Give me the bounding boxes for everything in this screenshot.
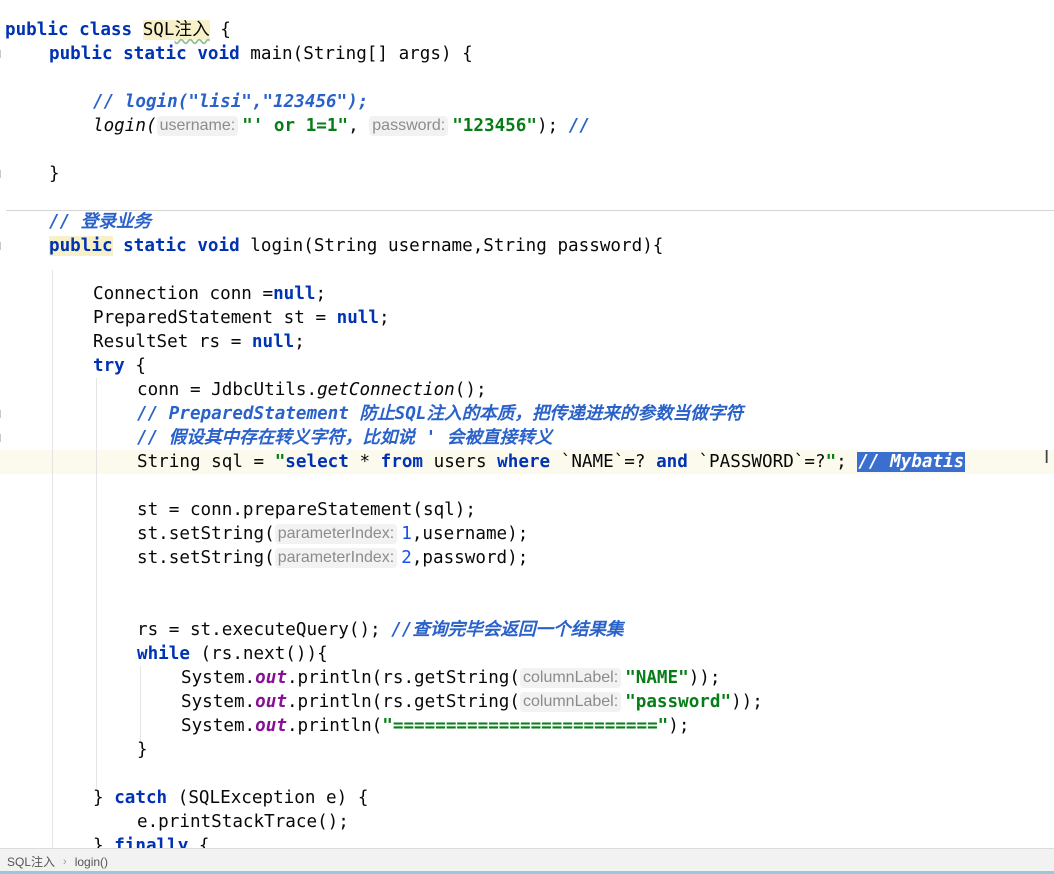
code-line[interactable]: rs = st.executeQuery(); //查询完毕会返回一个结果集 bbox=[137, 618, 624, 642]
code-line-login-call[interactable]: login(username: "' or 1=1", password: "123… bbox=[93, 114, 590, 138]
indent-guide bbox=[140, 666, 141, 744]
class-name: SQL注入 bbox=[142, 20, 210, 40]
code-line-comment[interactable]: // login("lisi","123456"); bbox=[93, 90, 368, 114]
code-line-closing-brace[interactable]: } bbox=[137, 738, 148, 762]
code-line-closing-brace[interactable]: } bbox=[49, 162, 60, 186]
fold-marker[interactable] bbox=[0, 50, 6, 58]
code-line[interactable]: e.printStackTrace(); bbox=[137, 810, 349, 834]
code-editor[interactable]: public class SQL注入 { public static void … bbox=[0, 0, 1054, 848]
code-line-while[interactable]: while (rs.next()){ bbox=[137, 642, 328, 666]
fold-marker[interactable] bbox=[0, 242, 6, 250]
indent-guide bbox=[96, 378, 97, 788]
chevron-right-icon: › bbox=[63, 855, 67, 868]
parameter-hint: username: bbox=[156, 116, 239, 136]
breadcrumb: SQL注入 › login() bbox=[0, 848, 1054, 874]
code-line[interactable]: System.out.println(rs.getString(columnLa… bbox=[181, 666, 721, 690]
code-line-comment[interactable]: // 登录业务 bbox=[49, 210, 151, 234]
code-line-login-signature[interactable]: public static void login(String username… bbox=[49, 234, 663, 258]
code-line[interactable]: st.setString(parameterIndex: 1,username); bbox=[137, 522, 528, 546]
code-line[interactable]: st.setString(parameterIndex: 2,password); bbox=[137, 546, 528, 570]
code-line[interactable]: st = conn.prepareStatement(sql); bbox=[137, 498, 476, 522]
code-line-comment[interactable]: // 假设其中存在转义字符，比如说 ' 会被直接转义 bbox=[137, 426, 552, 450]
code-line-finally[interactable]: } finally { bbox=[93, 834, 210, 848]
fold-marker[interactable] bbox=[0, 434, 6, 442]
parameter-hint: columnLabel: bbox=[519, 692, 622, 712]
parameter-hint: parameterIndex: bbox=[274, 548, 398, 568]
code-line-class-declaration[interactable]: public class SQL注入 { bbox=[5, 18, 231, 42]
parameter-hint: columnLabel: bbox=[519, 668, 622, 688]
breadcrumb-class[interactable]: SQL注入 bbox=[7, 853, 55, 870]
breadcrumb-method[interactable]: login() bbox=[75, 855, 108, 869]
selected-comment[interactable]: // Mybatis bbox=[857, 452, 966, 472]
code-line-comment[interactable]: // PreparedStatement 防止SQL注入的本质，把传递进来的参数… bbox=[137, 402, 743, 426]
code-line-try[interactable]: try { bbox=[93, 354, 146, 378]
code-line-main-signature[interactable]: public static void main(String[] args) { bbox=[49, 42, 473, 66]
code-line[interactable]: Connection conn =null; bbox=[93, 282, 326, 306]
code-line-catch[interactable]: } catch (SQLException e) { bbox=[93, 786, 368, 810]
code-line[interactable]: ResultSet rs = null; bbox=[93, 330, 305, 354]
fold-marker[interactable] bbox=[0, 170, 6, 178]
code-line-sql-string[interactable]: String sql = "select * from users where … bbox=[137, 450, 966, 474]
fold-marker[interactable] bbox=[0, 410, 6, 418]
parameter-hint: parameterIndex: bbox=[274, 524, 398, 544]
text-cursor-icon: I bbox=[1044, 447, 1050, 468]
code-line[interactable]: System.out.println(rs.getString(columnLa… bbox=[181, 690, 763, 714]
code-line[interactable]: conn = JdbcUtils.getConnection(); bbox=[137, 378, 487, 402]
parameter-hint: password: bbox=[369, 116, 449, 136]
indent-guide bbox=[52, 270, 53, 848]
code-line[interactable]: System.out.println("====================… bbox=[181, 714, 689, 738]
code-line[interactable]: PreparedStatement st = null; bbox=[93, 306, 390, 330]
method-separator bbox=[6, 210, 1054, 211]
